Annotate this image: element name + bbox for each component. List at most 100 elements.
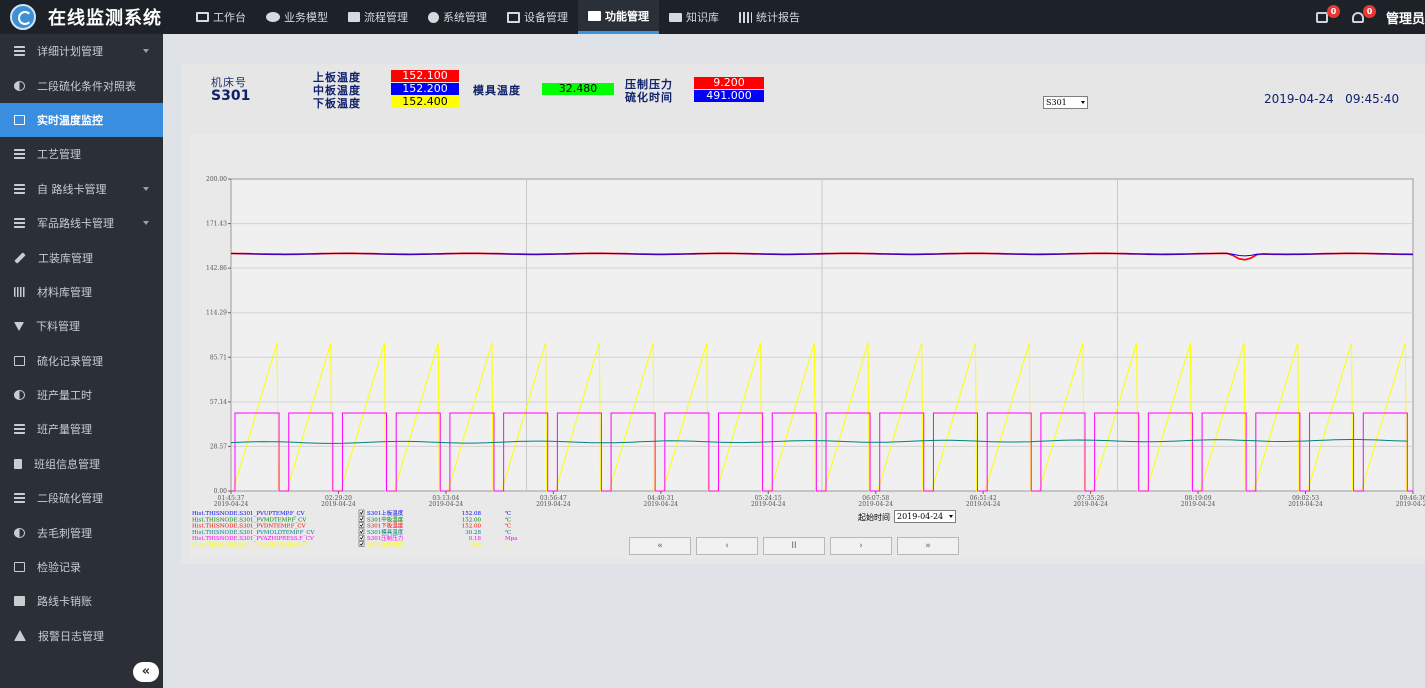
prev-button[interactable]: ‹ <box>696 537 758 555</box>
y-tick-label: 85.71 <box>210 354 227 361</box>
user-menu[interactable]: 管理员 <box>1386 8 1425 27</box>
legend-tag: Hist.THISNODE.S301_PVAZHIPRESS.F_CV <box>192 536 315 542</box>
nav-function[interactable]: 功能管理 <box>578 0 659 34</box>
logo-icon <box>10 4 36 30</box>
legend-tag: Hist.THISNODE.S301_PVMDTEMP.F_CV <box>192 517 307 523</box>
cure-time-label: 硫化时间 <box>625 91 673 104</box>
legend-value: 152.00 <box>462 524 482 530</box>
machine-id: S301 <box>211 88 251 104</box>
wrench-icon <box>14 251 26 264</box>
legend-series-name: S301下板温度 <box>367 522 404 530</box>
nav-system[interactable]: 系统管理 <box>418 0 497 34</box>
trend-chart-svg: 200.00 171.43 142.86 114.29 85.71 57.14 28.57 0… <box>192 176 1425 549</box>
nav-device[interactable]: 设备管理 <box>497 0 578 34</box>
legend-value: 152.08 <box>462 511 482 517</box>
sidebar-item-detailed-plan[interactable]: 详细计划管理 <box>0 34 163 68</box>
legend-unit: ℃ <box>505 510 511 517</box>
sidebar-collapse-button[interactable]: « <box>133 662 159 682</box>
notice-button[interactable]: 0 <box>1350 5 1376 25</box>
sidebar-item-team-info[interactable]: 班组信息管理 <box>0 447 163 481</box>
gear-icon <box>428 11 439 23</box>
y-tick-label: 114.29 <box>206 310 227 317</box>
nav-report[interactable]: 统计报告 <box>729 0 810 34</box>
legend-series-name: S301上板温度 <box>367 509 404 517</box>
app-title: 在线监测系统 <box>48 8 162 29</box>
x-tick-date: 2019-04-24 <box>536 501 571 508</box>
legend-unit: Mpa <box>505 536 518 542</box>
pressure-value: 9.200 <box>694 77 764 89</box>
half-circle-icon <box>14 390 25 401</box>
trend-chart: 200.00 171.43 142.86 114.29 85.71 57.14 28.57 0… <box>189 134 1425 559</box>
y-tick-label: 28.57 <box>210 443 227 450</box>
document-icon <box>14 114 25 125</box>
bell-icon <box>1351 12 1364 23</box>
machine-select[interactable]: S301 <box>1043 96 1088 109</box>
current-datetime: 2019-04-24 09:45:40 <box>1264 92 1400 106</box>
sidebar-item-craft[interactable]: 工艺管理 <box>0 137 163 171</box>
bank-icon <box>14 596 25 607</box>
sidebar-item-tooling[interactable]: 工装库管理 <box>0 240 163 274</box>
sidebar-item-shift-hours[interactable]: 班产量工时 <box>0 378 163 412</box>
x-tick-date: 2019-04-24 <box>966 501 1001 508</box>
next-button[interactable]: › <box>830 537 892 555</box>
sidebar-item-cure-record[interactable]: 硫化记录管理 <box>0 344 163 378</box>
sidebar-item-inspection[interactable]: 检验记录 <box>0 550 163 584</box>
device-icon <box>507 11 520 23</box>
x-tick-date: 2019-04-24 <box>644 501 679 508</box>
task-badge: 0 <box>1326 5 1340 18</box>
y-tick-label: 171.43 <box>206 221 227 228</box>
x-tick-date: 2019-04-24 <box>751 501 786 508</box>
x-tick-date: 2019-04-24 <box>321 501 356 508</box>
x-tick-date: 2019-04-24 <box>1181 501 1216 508</box>
first-page-button[interactable]: « <box>629 537 691 555</box>
sitemap-icon <box>348 12 360 22</box>
task-button[interactable]: 0 <box>1314 5 1340 25</box>
nav-knowledge[interactable]: 知识库 <box>659 0 729 34</box>
pause-button[interactable]: II <box>763 537 825 555</box>
legend-unit: ℃ <box>505 523 511 530</box>
warning-icon <box>14 630 26 642</box>
y-tick-label: 200.00 <box>206 176 227 183</box>
folder-icon <box>669 12 682 22</box>
legend-unit: ℃ <box>505 516 511 523</box>
x-tick-date: 2019-04-24 <box>858 501 893 508</box>
legend-series-name: S301压制压力 <box>367 534 403 542</box>
legend-series-name: S301模具温度 <box>367 528 404 536</box>
sidebar-item-cure-conditions[interactable]: 二段硫化条件对照表 <box>0 68 163 102</box>
legend-unit: ℃ <box>505 529 511 536</box>
top-bar: 在线监测系统 工作台 业务模型 流程管理 系统管理 设备管理 功能管理 知识库 … <box>0 0 1425 34</box>
x-tick-date: 2019-04-24 <box>429 501 464 508</box>
sidebar-item-material[interactable]: 材料库管理 <box>0 275 163 309</box>
brand: 在线监测系统 <box>0 0 180 34</box>
x-tick-date: 2019-04-24 <box>1073 501 1108 508</box>
x-tick-date: 2019-04-24 <box>1288 501 1323 508</box>
group-icon <box>266 12 280 22</box>
nav-business-model[interactable]: 业务模型 <box>256 0 338 34</box>
start-date-select[interactable]: 2019-04-24 <box>894 510 956 523</box>
chevron-down-icon <box>143 220 149 225</box>
sidebar-item-route-card[interactable]: 自 路线卡管理 <box>0 172 163 206</box>
x-tick-date: 2019-04-24 <box>1396 501 1425 508</box>
sidebar-item-blanking[interactable]: 下料管理 <box>0 309 163 343</box>
sidebar-item-route-writeoff[interactable]: 路线卡销账 <box>0 584 163 618</box>
upper-temp-value: 152.100 <box>391 70 459 82</box>
last-page-button[interactable]: » <box>897 537 959 555</box>
lower-temp-value: 152.400 <box>391 96 459 108</box>
legend-series-name: S301压制时间 <box>367 541 403 549</box>
sidebar-item-deburr[interactable]: 去毛刺管理 <box>0 515 163 549</box>
start-time-label: 起始时间 <box>858 513 890 522</box>
sidebar-item-military-route-card[interactable]: 军品路线卡管理 <box>0 206 163 240</box>
sidebar-item-alarm-log[interactable]: 报警日志管理 <box>0 619 163 653</box>
nav-workbench[interactable]: 工作台 <box>186 0 256 34</box>
y-tick-label: 142.86 <box>206 265 227 272</box>
sidebar-item-second-cure[interactable]: 二段硫化管理 <box>0 481 163 515</box>
sidebar-item-realtime-temp[interactable]: 实时温度监控 <box>0 102 163 138</box>
chevrons-icon <box>14 493 25 504</box>
legend-tag: Hist.THISNODE.S301_PVAZHITIME.F_CV <box>192 543 311 549</box>
list-icon <box>588 10 601 21</box>
bar-chart-icon <box>739 11 752 23</box>
legend-value: 152.00 <box>462 517 482 523</box>
mold-temp-value: 32.480 <box>542 83 614 95</box>
nav-process[interactable]: 流程管理 <box>338 0 418 34</box>
sidebar-item-shift-output[interactable]: 班产量管理 <box>0 412 163 446</box>
